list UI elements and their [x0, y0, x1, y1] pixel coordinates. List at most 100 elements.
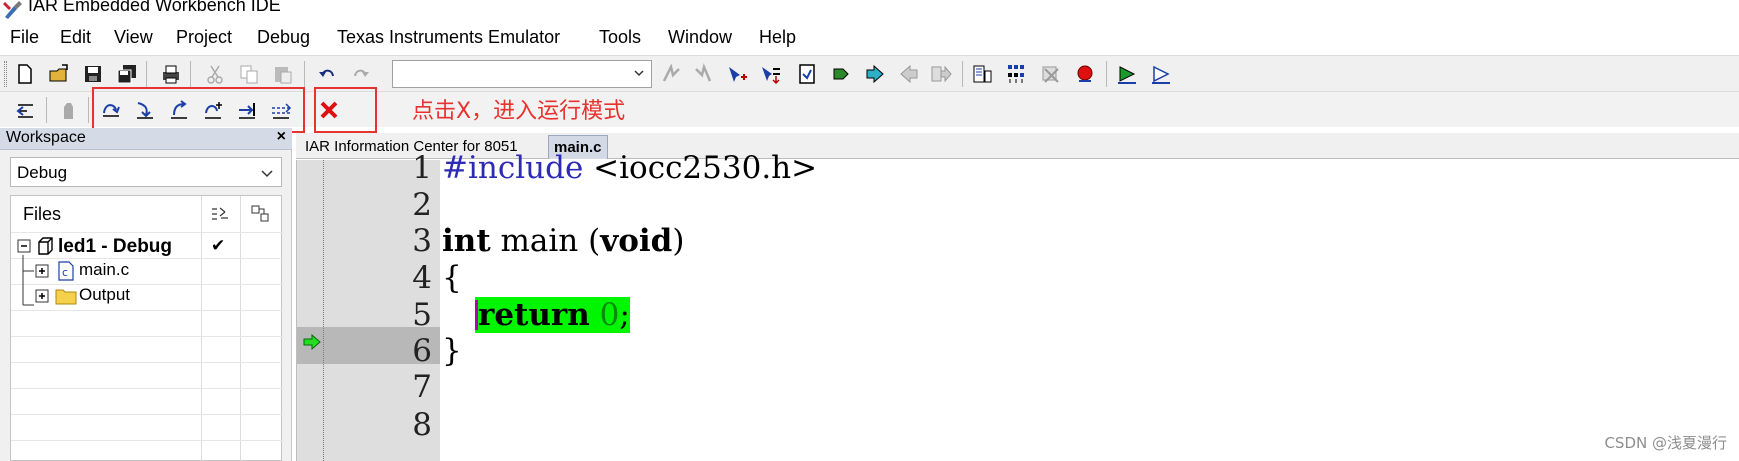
tree-row-divider	[11, 440, 283, 441]
download-and-debug-icon[interactable]	[1004, 61, 1030, 87]
menu-tools[interactable]: Tools	[599, 27, 641, 48]
line-number: 6	[412, 333, 432, 369]
find-next-icon[interactable]	[658, 61, 684, 87]
toolbar-separator	[190, 61, 191, 87]
workspace-header: Workspace ×	[0, 128, 292, 150]
output-column-icon[interactable]	[249, 204, 271, 224]
menu-debug[interactable]: Debug	[257, 27, 310, 48]
menu-file[interactable]: File	[10, 27, 39, 48]
workspace-panel: Workspace × Debug Files led1 - Debug ✔ c…	[0, 128, 292, 461]
chevron-down-icon	[634, 70, 644, 77]
menu-view[interactable]: View	[114, 27, 153, 48]
tree-row-divider	[11, 388, 283, 389]
code-line-5: return 0;	[475, 297, 630, 333]
code-editor[interactable]: 1 2 3 4 5 6 7 8 #include <iocc2530.h> in…	[296, 150, 1739, 461]
menu-edit[interactable]: Edit	[60, 27, 91, 48]
expand-icon[interactable]	[35, 264, 49, 278]
workspace-config-select[interactable]: Debug	[10, 157, 282, 187]
folder-icon	[55, 289, 77, 305]
compile-icon[interactable]	[928, 61, 954, 87]
save-all-icon[interactable]	[114, 61, 140, 87]
include-target: <iocc2530.h>	[583, 150, 818, 186]
keyword-int: int	[442, 223, 491, 259]
open-folder-icon[interactable]	[46, 61, 72, 87]
function-signature: main (	[490, 223, 601, 259]
watermark: CSDN @浅夏漫行	[1604, 434, 1727, 452]
make-icon[interactable]	[862, 61, 888, 87]
project-cube-icon	[38, 237, 53, 255]
annotation-text: 点击X，进入运行模式	[412, 99, 626, 124]
current-statement-highlight: return 0;	[475, 297, 630, 333]
toolbar-grip[interactable]	[4, 61, 7, 87]
new-file-icon[interactable]	[12, 61, 38, 87]
active-check-icon: ✔	[211, 236, 226, 255]
cut-icon[interactable]	[202, 61, 228, 87]
line-number: 7	[412, 369, 432, 405]
tree-row-divider	[11, 362, 283, 363]
line-number: 4	[412, 260, 432, 296]
code-line-6: }	[442, 333, 462, 369]
tree-column-divider	[201, 196, 202, 461]
print-icon[interactable]	[158, 61, 184, 87]
expand-icon[interactable]	[35, 289, 49, 303]
close-icon[interactable]: ×	[277, 128, 286, 146]
next-bookmark-icon[interactable]	[758, 61, 784, 87]
toolbar-separator	[962, 61, 963, 87]
toolbar-separator	[46, 97, 47, 123]
debug-without-downloading-icon[interactable]	[1148, 61, 1174, 87]
close-paren: )	[672, 223, 685, 259]
tree-row-divider	[11, 310, 283, 311]
save-icon[interactable]	[80, 61, 106, 87]
line-number: 5	[412, 297, 432, 333]
line-number: 8	[412, 407, 432, 443]
go-to-icon[interactable]	[794, 61, 820, 87]
keyword-void: void	[600, 223, 673, 259]
tree-column-divider	[240, 196, 241, 461]
toolbar-separator	[304, 61, 305, 87]
attach-to-program-icon[interactable]	[1038, 61, 1064, 87]
iar-app-icon	[2, 1, 22, 19]
menu-project[interactable]: Project	[176, 27, 232, 48]
menu-help[interactable]: Help	[759, 27, 796, 48]
title-bar: IAR Embedded Workbench IDE	[0, 0, 1739, 22]
c-file-icon: c	[58, 261, 74, 281]
current-statement-arrow-icon	[303, 334, 321, 350]
copy-icon[interactable]	[236, 61, 262, 87]
line-number: 3	[412, 223, 432, 259]
chevron-down-icon	[261, 170, 273, 178]
collapse-icon[interactable]	[17, 239, 31, 253]
paste-icon[interactable]	[270, 61, 296, 87]
redo-icon[interactable]	[348, 61, 374, 87]
return-value: 0	[589, 297, 620, 333]
toggle-bookmark-icon[interactable]	[724, 61, 750, 87]
workspace-config-value: Debug	[17, 163, 68, 182]
files-column-header[interactable]: Files	[23, 204, 61, 225]
line-number: 2	[412, 187, 432, 223]
folder-node-output[interactable]: Output	[79, 285, 130, 305]
toggle-breakpoint-red-icon[interactable]	[1072, 61, 1098, 87]
tree-row-divider	[11, 232, 283, 233]
workspace-title: Workspace	[6, 129, 86, 146]
reset-icon[interactable]	[12, 97, 38, 123]
menu-window[interactable]: Window	[668, 27, 732, 48]
break-icon[interactable]	[56, 97, 82, 123]
annotation-box-stop-button	[314, 87, 377, 133]
options-column-icon[interactable]	[209, 204, 231, 224]
find-previous-icon[interactable]	[690, 61, 716, 87]
undo-icon[interactable]	[314, 61, 340, 87]
find-combo-box[interactable]	[392, 60, 652, 88]
debug-without-download-icon[interactable]	[970, 61, 996, 87]
file-tree: Files led1 - Debug ✔ c main.c Output	[10, 195, 283, 461]
toggle-breakpoint-icon[interactable]	[828, 61, 854, 87]
project-node-label[interactable]: led1 - Debug	[58, 236, 172, 258]
stop-build-icon[interactable]	[896, 61, 922, 87]
tree-row-divider	[11, 414, 283, 415]
toolbar-separator	[88, 97, 89, 123]
preprocessor-directive: #include	[442, 150, 584, 186]
file-node-main-c[interactable]: main.c	[79, 260, 129, 280]
gutter-dotted-line	[323, 160, 324, 461]
editor-gutter[interactable]: 1 2 3 4 5 6 7 8	[297, 150, 440, 461]
download-and-debug-green-icon[interactable]	[1114, 61, 1140, 87]
toolbar-separator	[1106, 61, 1107, 87]
menu-texas-instruments-emulator[interactable]: Texas Instruments Emulator	[337, 27, 560, 48]
